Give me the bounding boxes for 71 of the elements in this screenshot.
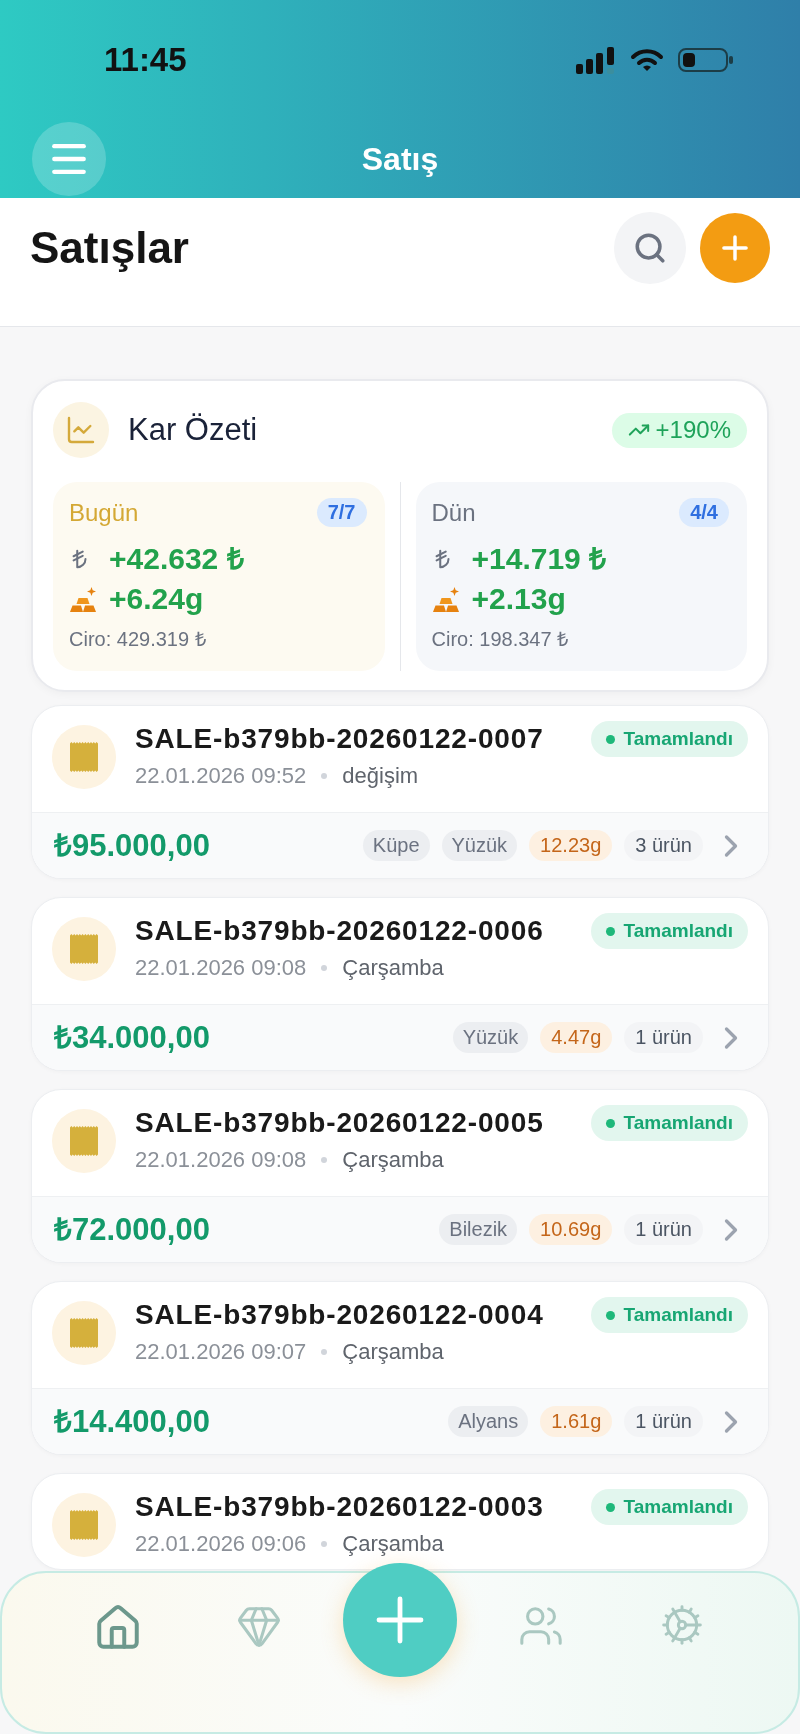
weight-tag: 12.23g xyxy=(529,830,613,861)
weight-tag: 1.61g xyxy=(540,1406,613,1437)
sale-amount: ₺34.000,00 xyxy=(54,1019,210,1056)
sale-date: 22.01.2026 09:08 xyxy=(135,1146,307,1174)
bullet-icon xyxy=(321,965,328,971)
status-text: Tamamlandı xyxy=(623,1111,733,1135)
sale-note: Çarşamba xyxy=(342,954,444,982)
bullet-icon xyxy=(321,1157,328,1163)
bullion-bars-icon xyxy=(431,586,460,612)
status-text: Tamamlandı xyxy=(623,919,733,943)
item-count-tag: 1 ürün xyxy=(624,1406,703,1437)
sale-note: Çarşamba xyxy=(342,1338,444,1366)
period-label: Bugün xyxy=(69,498,139,527)
weight-gain-value: +2.13g xyxy=(471,581,566,617)
sale-date: 22.01.2026 09:52 xyxy=(135,762,307,790)
sale-amount: ₺95.000,00 xyxy=(54,827,210,864)
bullion-bars-icon xyxy=(69,586,97,612)
count-badge: 4/4 xyxy=(679,498,729,527)
sale-card[interactable]: SALE-b379bb-20260122-0005 Tamamlandı 22.01.2026 09:08 Çarşamba ₺72.000,00 Bilezik 10.69g 1 ürün xyxy=(31,1089,769,1263)
weight-tag: 4.47g xyxy=(540,1022,613,1053)
category-tag: Küpe xyxy=(362,830,430,861)
signal-icon xyxy=(576,46,616,74)
sale-note: değişim xyxy=(342,762,419,790)
category-tag: Yüzük xyxy=(441,830,518,861)
header-title: Satış xyxy=(361,140,439,179)
sale-id: SALE-b379bb-20260122-0006 xyxy=(135,914,544,948)
category-tag: Yüzük xyxy=(452,1022,529,1053)
sale-amount: ₺14.400,00 xyxy=(54,1403,210,1440)
sale-card[interactable]: SALE-b379bb-20260122-0006 Tamamlandı 22.01.2026 09:08 Çarşamba ₺34.000,00 Yüzük 4.47g 1 ürün xyxy=(31,897,769,1071)
revenue-text: Ciro: 198.347 ₺ xyxy=(431,628,569,650)
status-time: 11:45 xyxy=(104,40,187,80)
status-text: Tamamlandı xyxy=(623,1495,733,1519)
sale-amount: ₺72.000,00 xyxy=(54,1211,210,1248)
weight-tag: 10.69g xyxy=(529,1214,613,1245)
item-count-tag: 1 ürün xyxy=(624,1214,703,1245)
sale-card[interactable]: SALE-b379bb-20260122-0007 Tamamlandı 22.01.2026 09:52 değişim ₺95.000,00 Küpe Yüzük 12.23g 3 ürün xyxy=(31,705,769,879)
sale-id: SALE-b379bb-20260122-0005 xyxy=(135,1106,544,1140)
category-tag: Alyans xyxy=(448,1406,529,1437)
bullet-icon xyxy=(321,773,328,779)
sale-note: Çarşamba xyxy=(342,1530,444,1558)
sale-date: 22.01.2026 09:07 xyxy=(135,1338,307,1366)
sale-card[interactable]: SALE-b379bb-20260122-0003 Tamamlandı 22.01.2026 09:06 Çarşamba xyxy=(31,1473,769,1570)
chart-icon xyxy=(53,402,109,458)
gear-icon xyxy=(659,1603,704,1647)
item-count-tag: 1 ürün xyxy=(624,1022,703,1053)
revenue-text: Ciro: 429.319 ₺ xyxy=(69,628,206,650)
battery-icon xyxy=(678,48,734,72)
wifi-icon xyxy=(630,48,664,72)
add-sale-button[interactable] xyxy=(343,1563,457,1677)
status-text: Tamamlandı xyxy=(623,1303,733,1327)
sale-id: SALE-b379bb-20260122-0007 xyxy=(135,722,544,756)
search-icon xyxy=(633,231,667,265)
category-tag: Bilezik xyxy=(439,1214,518,1245)
bullet-icon xyxy=(321,1541,328,1547)
change-value: +190% xyxy=(655,415,731,445)
count-badge: 7/7 xyxy=(316,498,367,527)
item-count-tag: 3 ürün xyxy=(624,830,703,861)
profit-value: +14.719 ₺ xyxy=(471,541,607,577)
sale-card[interactable]: SALE-b379bb-20260122-0004 Tamamlandı 22.01.2026 09:07 Çarşamba ₺14.400,00 Alyans 1.61g 1 ürün xyxy=(31,1281,769,1455)
sale-date: 22.01.2026 09:06 xyxy=(135,1530,307,1558)
summary-title: Kar Özeti xyxy=(128,411,258,449)
bullet-icon xyxy=(321,1349,328,1355)
period-label: Dün xyxy=(431,498,476,527)
sale-date: 22.01.2026 09:08 xyxy=(135,954,307,982)
weight-gain-value: +6.24g xyxy=(109,581,204,617)
profit-value: +42.632 ₺ xyxy=(109,541,244,577)
sale-id: SALE-b379bb-20260122-0004 xyxy=(135,1298,544,1332)
page-title: Satışlar xyxy=(30,222,189,274)
status-text: Tamamlandı xyxy=(623,727,733,751)
sale-id: SALE-b379bb-20260122-0003 xyxy=(135,1490,544,1524)
sale-note: Çarşamba xyxy=(342,1146,444,1174)
